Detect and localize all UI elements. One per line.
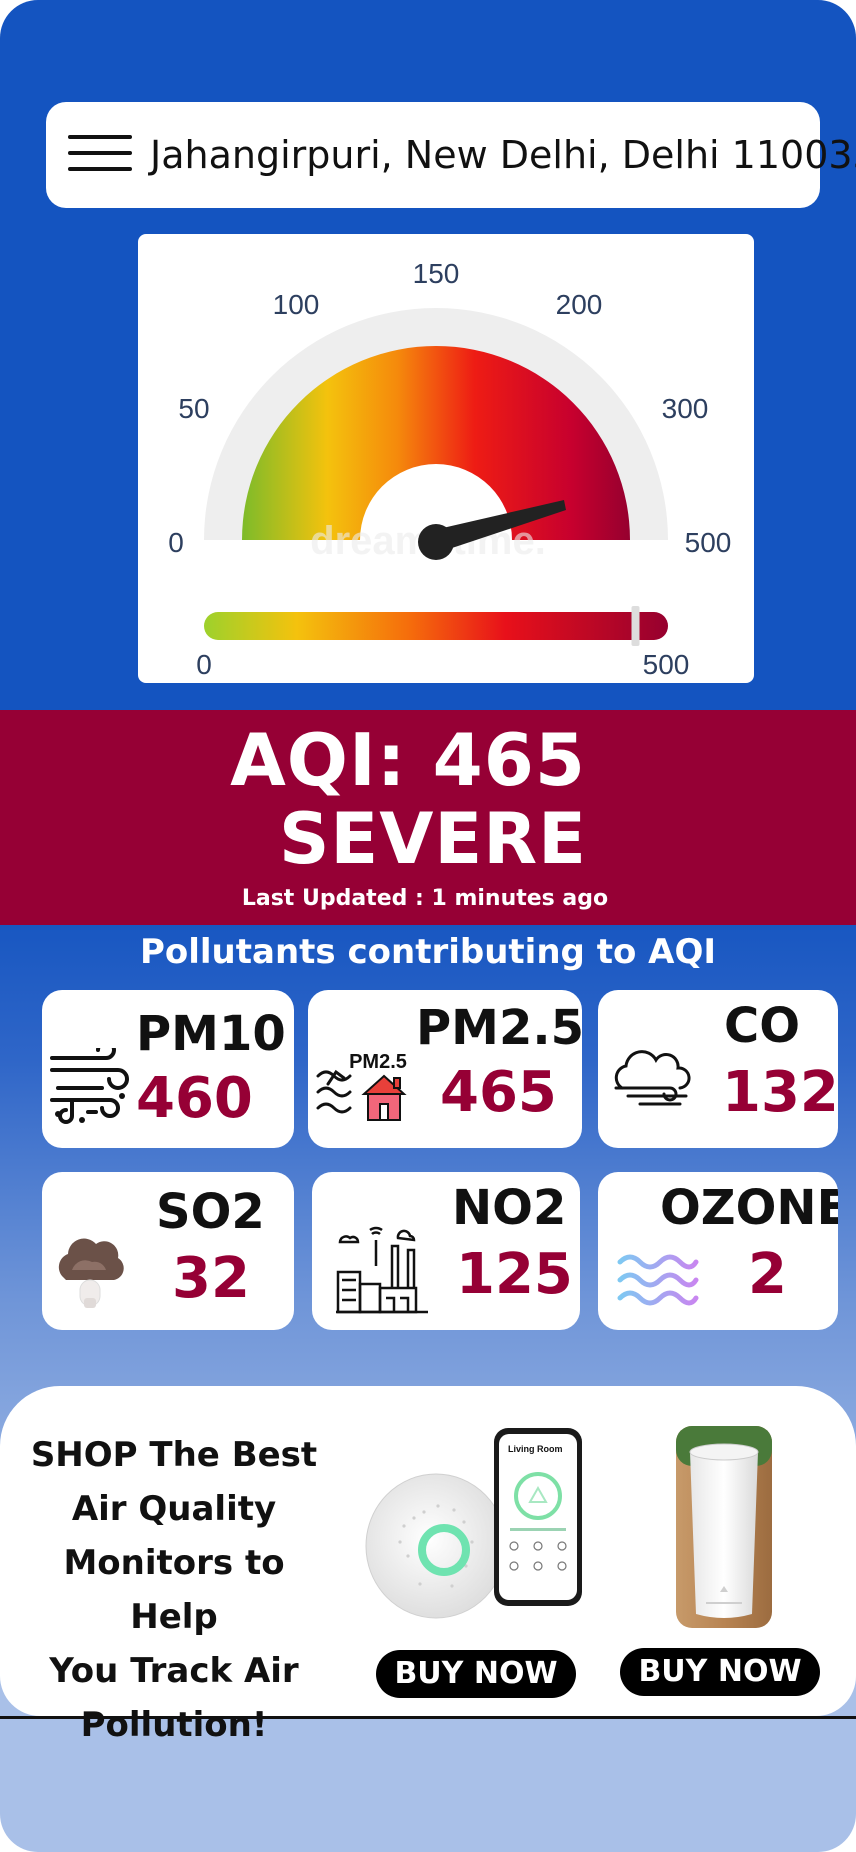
pollutant-card-no2[interactable]: NO2 125: [312, 1172, 580, 1330]
smoke-cloud-icon: [58, 1238, 124, 1308]
section-divider: [0, 1716, 856, 1719]
hamburger-menu-icon[interactable]: [68, 135, 132, 171]
aqi-gauge: dreamstime. 0 50 100 150 200 300 500 0 5…: [168, 258, 732, 680]
aqi-gauge-card: dreamstime. 0 50 100 150 200 300 500 0 5…: [138, 234, 754, 683]
ozone-waves-icon: [617, 1254, 699, 1306]
pollutant-value: 2: [748, 1242, 787, 1307]
tick-label: 0: [168, 527, 184, 558]
pollutant-card-pm25[interactable]: PM2.5 PM2.5 465: [308, 990, 582, 1148]
pollutant-value: 460: [136, 1066, 253, 1131]
pollutant-value: 125: [456, 1242, 573, 1307]
location-bar[interactable]: Jahangirpuri, New Delhi, Delhi 110033: [46, 102, 856, 208]
phone-title: Living Room: [508, 1444, 563, 1454]
aqi-category: SEVERE: [279, 798, 587, 880]
last-updated: Last Updated : 1 minutes ago: [241, 886, 609, 911]
aqi-status-band: AQI: 465 SEVERE Last Updated : 1 minutes…: [0, 710, 856, 925]
pm25-house-icon: PM2.5: [316, 1051, 407, 1121]
icon-label: PM2.5: [349, 1051, 407, 1073]
pollutant-name: PM10: [136, 1006, 286, 1062]
factory-icon: [336, 1226, 428, 1314]
tick-label: 300: [662, 393, 709, 424]
tick-label: 150: [413, 258, 460, 289]
pollutant-value: 132: [722, 1060, 838, 1125]
aqi-scale-marker: [631, 606, 640, 646]
tick-label: 50: [178, 393, 209, 424]
pollutant-card-so2[interactable]: SO2 32: [42, 1172, 294, 1330]
tick-label: 500: [685, 527, 732, 558]
pollutant-card-co[interactable]: CO 132: [598, 990, 838, 1148]
tick-label: 100: [273, 289, 320, 320]
buy-now-button-2[interactable]: BUY NOW: [620, 1648, 820, 1696]
pollutant-name: CO: [724, 998, 801, 1054]
app-screen: Jahangirpuri, New Delhi, Delhi 110033 0 …: [0, 0, 856, 1852]
product-image-monitor[interactable]: Living Room: [364, 1426, 586, 1630]
shop-promo-text: SHOP The Best Air Quality Monitors to He…: [30, 1435, 318, 1745]
pollutant-name: OZONE: [660, 1180, 838, 1236]
bar-max-label: 500: [643, 649, 690, 680]
bar-min-label: 0: [196, 649, 212, 680]
pollutant-value: 32: [172, 1246, 250, 1311]
pollutant-name: SO2: [156, 1184, 265, 1240]
pollutant-value: 465: [440, 1060, 557, 1125]
pollutants-heading: Pollutants contributing to AQI: [139, 932, 717, 972]
pollutant-card-pm10[interactable]: PM10 460: [42, 990, 294, 1148]
cloud-wind-icon: [614, 1050, 691, 1106]
pollutant-card-ozone[interactable]: OZONE 2: [598, 1172, 838, 1330]
tick-label: 200: [556, 289, 603, 320]
product-image-purifier[interactable]: [676, 1426, 772, 1628]
pollutant-name: PM2.5: [416, 1000, 582, 1056]
aqi-scale-bar: [204, 612, 668, 640]
shop-section: SHOP The Best Air Quality Monitors to He…: [0, 1386, 856, 1745]
location-text: Jahangirpuri, New Delhi, Delhi 110033: [150, 133, 856, 177]
pollutant-name: NO2: [452, 1180, 567, 1236]
wind-dust-icon: [50, 1048, 129, 1124]
buy-now-button-1[interactable]: BUY NOW: [376, 1650, 576, 1698]
aqi-value: AQI: 465: [230, 718, 586, 802]
